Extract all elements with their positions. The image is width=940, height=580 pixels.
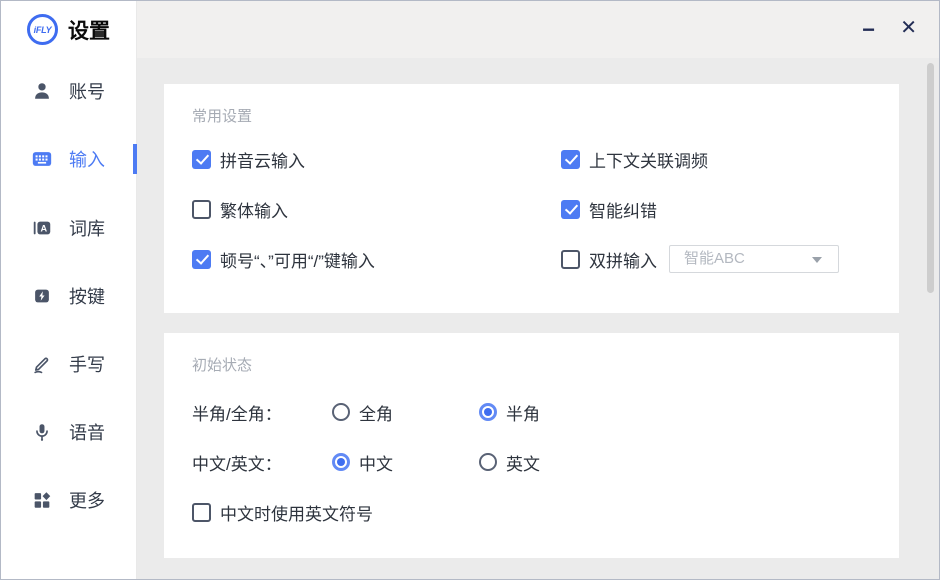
checkbox-label: 中文时使用英文符号 — [220, 500, 373, 525]
sidebar-item-more[interactable]: 更多 — [1, 483, 137, 517]
chinese-option[interactable]: 中文 — [332, 449, 393, 475]
checkbox-row: 繁体输入 — [192, 196, 288, 222]
radio-row-label: 中文/英文： — [192, 450, 282, 475]
dropdown-value: 智能ABC — [684, 246, 745, 272]
sidebar-item-input[interactable]: 输入 — [1, 142, 137, 176]
ifly-logo-icon: iFLY — [27, 14, 58, 45]
checkbox-label: 双拼输入 — [589, 247, 657, 272]
sidebar-item-label: 语音 — [69, 419, 105, 445]
english-radio[interactable] — [479, 453, 497, 471]
sidebar-item-handwriting[interactable]: 手写 — [1, 347, 137, 381]
microphone-icon — [31, 421, 53, 443]
slash-key-checkbox[interactable] — [192, 250, 211, 269]
sidebar-item-label: 按键 — [69, 283, 105, 309]
fullwidth-option[interactable]: 全角 — [332, 399, 393, 425]
sidebar-item-keys[interactable]: 按键 — [1, 279, 137, 313]
minimize-button[interactable]: − — [862, 19, 875, 41]
sidebar-item-dictionary[interactable]: A 词库 — [1, 211, 137, 245]
checkbox-row: 拼音云输入 — [192, 146, 305, 172]
radio-label: 全角 — [359, 400, 393, 425]
sidebar-item-voice[interactable]: 语音 — [1, 415, 137, 449]
page-title: 设置 — [68, 15, 110, 45]
halfwidth-option[interactable]: 半角 — [479, 399, 540, 425]
sidebar-item-label: 词库 — [69, 215, 105, 241]
card-title: 常用设置 — [192, 105, 252, 126]
checkbox-label: 繁体输入 — [220, 197, 288, 222]
common-settings-card: 常用设置 拼音云输入 上下文关联调频 繁体输入 智能纠错 顿号“、”可用“/”键… — [164, 84, 899, 313]
checkbox-row: 顿号“、”可用“/”键输入 — [192, 246, 375, 272]
radio-label: 英文 — [506, 450, 540, 475]
logo-text: iFLY — [34, 25, 52, 35]
handwriting-icon — [31, 353, 53, 375]
english-option[interactable]: 英文 — [479, 449, 540, 475]
keyboard-icon — [31, 148, 53, 170]
settings-window: − ✕ iFLY 设置 账号 — [0, 0, 940, 580]
sidebar-item-label: 手写 — [69, 351, 105, 377]
sidebar-item-account[interactable]: 账号 — [1, 74, 137, 108]
checkbox-label: 拼音云输入 — [220, 147, 305, 172]
sidebar-item-label: 更多 — [69, 487, 105, 513]
radio-row-label: 半角/全角： — [192, 400, 282, 425]
keypress-icon — [31, 285, 53, 307]
english-punct-checkbox[interactable] — [192, 503, 211, 522]
close-button[interactable]: ✕ — [900, 18, 917, 38]
shuangpin-checkbox[interactable] — [561, 250, 580, 269]
scrollbar[interactable] — [927, 63, 934, 293]
more-grid-icon — [31, 489, 53, 511]
shuangpin-scheme-dropdown[interactable]: 智能ABC — [669, 245, 839, 273]
radio-label: 中文 — [359, 450, 393, 475]
checkbox-row: 上下文关联调频 — [561, 146, 708, 172]
chinese-radio[interactable] — [332, 453, 350, 471]
context-freq-checkbox[interactable] — [561, 150, 580, 169]
app-header: iFLY 设置 — [27, 14, 110, 45]
halfwidth-radio[interactable] — [479, 403, 497, 421]
dictionary-icon: A — [31, 217, 53, 239]
checkbox-label: 智能纠错 — [589, 197, 657, 222]
titlebar: − ✕ — [137, 1, 939, 58]
initial-state-card: 初始状态 半角/全角： 全角 半角 中文/英文： 中文 英文 — [164, 333, 899, 558]
radio-label: 半角 — [506, 400, 540, 425]
sidebar-item-label: 输入 — [69, 146, 105, 172]
radio-row: 半角/全角： 全角 半角 — [192, 399, 872, 425]
traditional-input-checkbox[interactable] — [192, 200, 211, 219]
checkbox-row: 双拼输入 — [561, 246, 657, 272]
user-icon — [31, 80, 53, 102]
fullwidth-radio[interactable] — [332, 403, 350, 421]
checkbox-row: 智能纠错 — [561, 196, 657, 222]
checkbox-row: 中文时使用英文符号 — [192, 499, 373, 525]
pinyin-cloud-checkbox[interactable] — [192, 150, 211, 169]
smart-correction-checkbox[interactable] — [561, 200, 580, 219]
card-title: 初始状态 — [192, 354, 252, 375]
radio-row: 中文/英文： 中文 英文 — [192, 449, 872, 475]
checkbox-label: 顿号“、”可用“/”键输入 — [220, 247, 375, 272]
sidebar: iFLY 设置 账号 输入 — [1, 1, 137, 580]
chevron-down-icon — [812, 257, 822, 263]
svg-text:A: A — [41, 224, 48, 234]
checkbox-label: 上下文关联调频 — [589, 147, 708, 172]
sidebar-item-label: 账号 — [69, 78, 105, 104]
